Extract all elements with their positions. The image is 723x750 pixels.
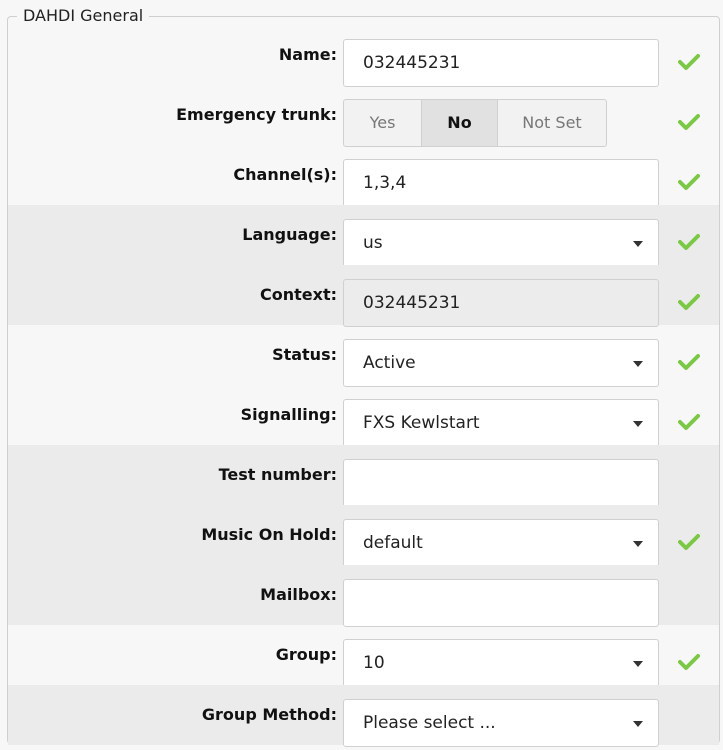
check-icon <box>678 354 700 370</box>
caret-down-icon <box>633 361 643 367</box>
row-group-method: Group Method: Please select ... <box>8 685 719 747</box>
language-label: Language: <box>242 225 337 244</box>
check-icon <box>678 654 700 670</box>
row-status: Status: Active <box>8 325 719 387</box>
check-icon <box>678 54 700 70</box>
signalling-value: FXS Kewlstart <box>363 413 480 433</box>
check-icon <box>678 174 700 190</box>
check-icon <box>678 294 700 310</box>
group-label: Group: <box>275 645 337 664</box>
row-language: Language: us <box>8 205 719 267</box>
caret-down-icon <box>633 721 643 727</box>
mailbox-label: Mailbox: <box>260 585 337 604</box>
row-context: Context: 032445231 <box>8 265 719 327</box>
row-signalling: Signalling: FXS Kewlstart <box>8 385 719 447</box>
status-select[interactable]: Active <box>343 339 659 387</box>
row-channels: Channel(s): 1,3,4 <box>8 145 719 207</box>
check-icon <box>678 414 700 430</box>
status-label: Status: <box>272 345 337 364</box>
mailbox-input[interactable] <box>343 579 659 627</box>
language-value: us <box>363 233 383 253</box>
group-method-select[interactable]: Please select ... <box>343 699 659 747</box>
group-method-label: Group Method: <box>201 705 337 724</box>
row-emergency-trunk: Emergency trunk: Yes No Not Set <box>8 85 719 147</box>
name-label: Name: <box>278 45 337 64</box>
emergency-not-set-button[interactable]: Not Set <box>498 99 607 147</box>
caret-down-icon <box>633 661 643 667</box>
check-icon <box>678 234 700 250</box>
group-select[interactable]: 10 <box>343 639 659 687</box>
row-group: Group: 10 <box>8 625 719 687</box>
test-number-label: Test number: <box>218 465 337 484</box>
channels-label: Channel(s): <box>233 165 337 184</box>
test-number-input[interactable] <box>343 459 659 507</box>
emergency-trunk-label: Emergency trunk: <box>176 105 337 124</box>
music-on-hold-select[interactable]: default <box>343 519 659 567</box>
music-on-hold-value: default <box>363 533 423 553</box>
section-title: DAHDI General <box>17 5 150 27</box>
channels-input[interactable]: 1,3,4 <box>343 159 659 207</box>
status-value: Active <box>363 353 416 373</box>
emergency-trunk-toggle: Yes No Not Set <box>343 99 607 147</box>
emergency-no-button[interactable]: No <box>422 99 498 147</box>
language-select[interactable]: us <box>343 219 659 267</box>
caret-down-icon <box>633 241 643 247</box>
emergency-yes-button[interactable]: Yes <box>343 99 422 147</box>
group-value: 10 <box>363 653 385 673</box>
context-input: 032445231 <box>343 279 659 327</box>
context-label: Context: <box>260 285 337 304</box>
group-method-value: Please select ... <box>363 713 496 733</box>
row-mailbox: Mailbox: <box>8 565 719 627</box>
caret-down-icon <box>633 541 643 547</box>
row-test-number: Test number: <box>8 445 719 507</box>
signalling-select[interactable]: FXS Kewlstart <box>343 399 659 447</box>
name-input[interactable]: 032445231 <box>343 39 659 87</box>
row-music-on-hold: Music On Hold: default <box>8 505 719 567</box>
signalling-label: Signalling: <box>240 405 337 424</box>
check-icon <box>678 534 700 550</box>
row-name: Name: 032445231 <box>8 25 719 87</box>
check-icon <box>678 114 700 130</box>
caret-down-icon <box>633 421 643 427</box>
music-on-hold-label: Music On Hold: <box>201 525 337 544</box>
